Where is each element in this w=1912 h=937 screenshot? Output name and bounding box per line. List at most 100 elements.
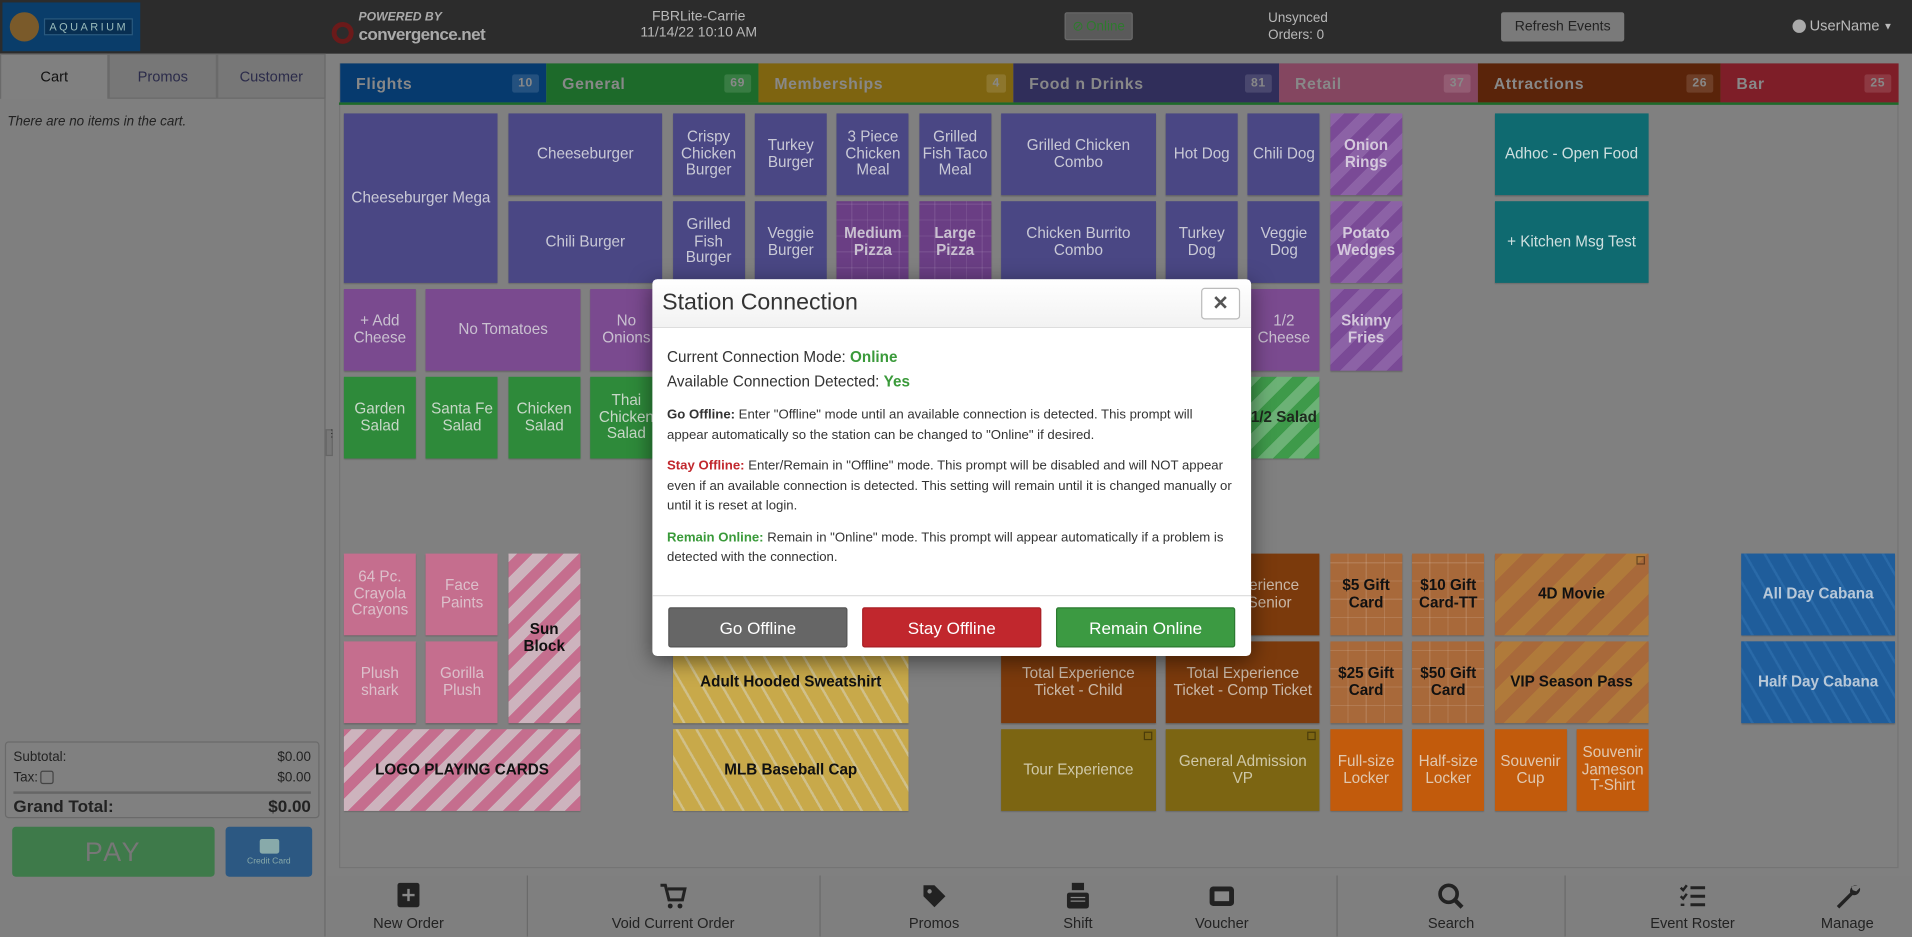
tile-label: Tour Experience xyxy=(1023,760,1134,778)
product-tile-onion-rings[interactable]: Onion Rings xyxy=(1330,113,1403,196)
category-tab-retail[interactable]: Retail 37 xyxy=(1279,63,1478,103)
product-tile-chicken-salad[interactable]: Chicken Salad xyxy=(508,376,581,459)
remain-online-title: Remain Online: xyxy=(667,529,764,545)
product-tile-half-day-cabana[interactable]: Half Day Cabana xyxy=(1741,641,1895,723)
powered-by-text: POWERED BY xyxy=(358,10,442,25)
stay-offline-button[interactable]: Stay Offline xyxy=(862,607,1042,648)
product-tile-skinny-fries[interactable]: Skinny Fries xyxy=(1330,288,1403,371)
product-tile-large-pizza[interactable]: Large Pizza xyxy=(919,201,991,283)
category-tab-food-n-drinks[interactable]: Food n Drinks 81 xyxy=(1013,63,1280,103)
link-icon: ⊘ xyxy=(1072,19,1084,35)
product-tile-logo-playing-cards[interactable]: LOGO PLAYING CARDS xyxy=(343,729,581,811)
tab-customer[interactable]: Customer xyxy=(217,53,326,99)
product-tile-64-pc-crayola-crayons[interactable]: 64 Pc. Crayola Crayons xyxy=(343,553,416,636)
product-tile-3-piece-chicken-meal[interactable]: 3 Piece Chicken Meal xyxy=(836,113,909,196)
tax-checkbox[interactable] xyxy=(40,770,54,785)
product-tile-mlb-baseball-cap[interactable]: MLB Baseball Cap xyxy=(673,729,909,811)
search-button[interactable]: Search xyxy=(1428,876,1474,937)
tile-label: Turkey Dog xyxy=(1178,224,1225,258)
tile-label: 1/2 Cheese xyxy=(1257,312,1311,346)
category-tab-memberships[interactable]: Memberships 4 xyxy=(758,63,1014,103)
station-connection-dialog: Station Connection ✕ Current Connection … xyxy=(652,279,1252,657)
tile-label: Plush shark xyxy=(360,664,399,699)
category-tab-attractions[interactable]: Attractions 26 xyxy=(1477,63,1721,103)
aquarium-logo[interactable]: AQUARIUM xyxy=(2,2,141,52)
new-order-button[interactable]: New Order xyxy=(373,876,444,937)
product-tile-1-2-salad[interactable]: 1/2 Salad xyxy=(1247,376,1320,459)
product-tile-all-day-cabana[interactable]: All Day Cabana xyxy=(1741,554,1895,636)
product-tile-veggie-burger[interactable]: Veggie Burger xyxy=(754,201,827,283)
product-tile-kitchen-msg-test[interactable]: + Kitchen Msg Test xyxy=(1494,201,1649,283)
mode-label: Current Connection Mode: xyxy=(667,348,846,366)
go-offline-button[interactable]: Go Offline xyxy=(668,607,848,648)
product-tile-4d-movie[interactable]: 4D Movie xyxy=(1494,553,1649,636)
product-tile-hot-dog[interactable]: Hot Dog xyxy=(1165,113,1238,196)
unsynced-label: Unsynced xyxy=(1268,10,1328,26)
product-tile-1-2-cheese[interactable]: 1/2 Cheese xyxy=(1247,288,1320,371)
product-tile-sun-block[interactable]: Sun Block xyxy=(508,553,581,724)
product-tile-garden-salad[interactable]: Garden Salad xyxy=(343,376,416,459)
credit-card-button[interactable]: Credit Card xyxy=(225,826,313,877)
product-tile-full-size-locker[interactable]: Full-size Locker xyxy=(1330,729,1403,811)
user-menu[interactable]: UserName ▼ xyxy=(1792,17,1893,34)
voucher-button[interactable]: Voucher xyxy=(1195,876,1249,937)
product-tile-cheeseburger-mega[interactable]: Cheeseburger Mega xyxy=(343,113,498,283)
product-tile-turkey-dog[interactable]: Turkey Dog xyxy=(1165,201,1238,283)
promos-button[interactable]: Promos xyxy=(909,876,959,937)
product-tile-gorilla-plush[interactable]: Gorilla Plush xyxy=(426,641,498,724)
product-tile-50-gift-card[interactable]: $50 Gift Card xyxy=(1412,641,1484,723)
tile-label: Veggie Burger xyxy=(767,224,815,258)
refresh-events-button[interactable]: Refresh Events xyxy=(1501,12,1625,42)
product-tile-tour-experience[interactable]: Tour Experience xyxy=(1001,729,1156,811)
category-tab-general[interactable]: General 69 xyxy=(546,63,759,103)
product-tile-veggie-dog[interactable]: Veggie Dog xyxy=(1247,201,1320,283)
product-tile-chili-burger[interactable]: Chili Burger xyxy=(508,201,663,283)
product-tile-general-admission-vp[interactable]: General Admission VP xyxy=(1165,729,1320,811)
category-label: General xyxy=(562,73,626,93)
product-tile-vip-season-pass[interactable]: VIP Season Pass xyxy=(1494,641,1649,724)
subtotal-label: Subtotal: xyxy=(13,749,67,764)
unsynced-count: Orders: 0 xyxy=(1268,28,1325,43)
category-tab-flights[interactable]: Flights 10 xyxy=(340,63,547,103)
event-roster-button[interactable]: Event Roster xyxy=(1650,876,1735,937)
product-tile-grilled-fish-taco-meal[interactable]: Grilled Fish Taco Meal xyxy=(919,113,992,196)
void-current-order-button[interactable]: Void Current Order xyxy=(612,876,735,937)
product-tile-no-tomatoes[interactable]: No Tomatoes xyxy=(426,288,581,371)
product-tile-face-paints[interactable]: Face Paints xyxy=(426,553,498,636)
product-tile-santa-fe-salad[interactable]: Santa Fe Salad xyxy=(426,376,498,459)
toolbar-divider xyxy=(526,875,528,937)
pay-button[interactable]: PAY xyxy=(12,826,215,877)
product-tile-grilled-chicken-combo[interactable]: Grilled Chicken Combo xyxy=(1001,113,1156,196)
tile-label: Cheeseburger Mega xyxy=(351,188,491,206)
product-tile-souvenir-cup[interactable]: Souvenir Cup xyxy=(1494,729,1567,811)
caret-down-icon: ▼ xyxy=(1883,20,1893,32)
product-tile-grilled-fish-burger[interactable]: Grilled Fish Burger xyxy=(672,201,745,283)
product-tile-chicken-burrito-combo[interactable]: Chicken Burrito Combo xyxy=(1001,201,1156,283)
product-tile-10-gift-card-tt[interactable]: $10 Gift Card-TT xyxy=(1412,554,1484,636)
tile-label: Garden Salad xyxy=(354,399,406,434)
product-tile-25-gift-card[interactable]: $25 Gift Card xyxy=(1330,641,1402,723)
product-tile-crispy-chicken-burger[interactable]: Crispy Chicken Burger xyxy=(672,113,745,196)
product-tile-5-gift-card[interactable]: $5 Gift Card xyxy=(1330,554,1402,636)
product-tile-add-cheese[interactable]: + Add Cheese xyxy=(343,288,416,371)
tab-promos[interactable]: Promos xyxy=(108,53,218,99)
manage-button[interactable]: Manage xyxy=(1821,876,1874,937)
product-tile-medium-pizza[interactable]: Medium Pizza xyxy=(837,201,909,283)
product-tile-half-size-locker[interactable]: Half-size Locker xyxy=(1412,729,1485,811)
product-tile-souvenir-jameson-t-shirt[interactable]: Souvenir Jameson T-Shirt xyxy=(1576,729,1649,811)
tile-label: Turkey Burger xyxy=(767,136,814,171)
product-tile-turkey-burger[interactable]: Turkey Burger xyxy=(754,113,827,196)
panel-resize-handle[interactable]: ⋮ xyxy=(325,429,337,457)
connection-status-button[interactable]: ⊘ Online xyxy=(1064,12,1133,41)
product-tile-adhoc-open-food[interactable]: Adhoc - Open Food xyxy=(1494,113,1649,196)
product-tile-potato-wedges[interactable]: Potato Wedges xyxy=(1330,201,1403,283)
category-count-badge: 10 xyxy=(511,73,539,93)
category-tab-bar[interactable]: Bar 25 xyxy=(1720,63,1899,103)
tab-cart[interactable]: Cart xyxy=(0,53,109,99)
close-button[interactable]: ✕ xyxy=(1201,287,1241,320)
remain-online-button[interactable]: Remain Online xyxy=(1055,607,1236,648)
product-tile-chili-dog[interactable]: Chili Dog xyxy=(1247,113,1320,196)
shift-button[interactable]: Shift xyxy=(1063,876,1093,937)
product-tile-plush-shark[interactable]: Plush shark xyxy=(343,641,416,724)
product-tile-cheeseburger[interactable]: Cheeseburger xyxy=(508,113,663,196)
